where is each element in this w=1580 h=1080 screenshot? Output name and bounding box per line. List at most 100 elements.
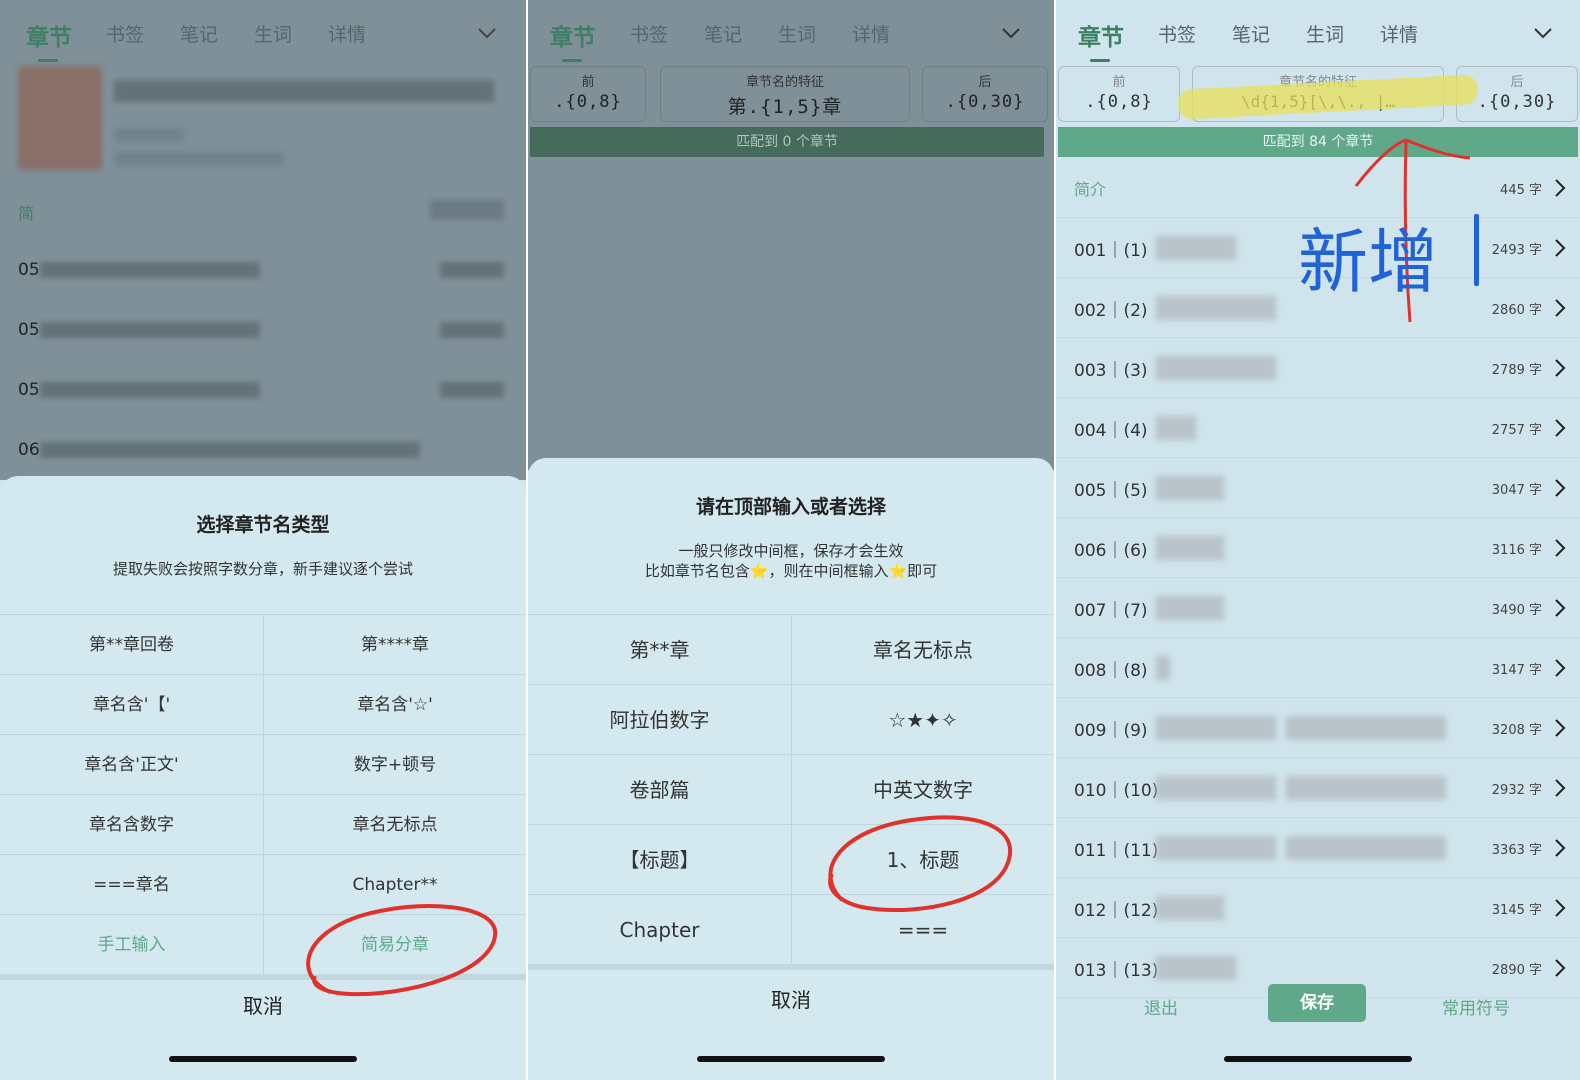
chapter-number: 013｜(13) [1074, 961, 1159, 981]
chapter-title-blurred [1286, 776, 1446, 800]
option-button[interactable]: 章名无标点 [791, 614, 1054, 684]
tab-chapters[interactable]: 章节 [550, 18, 596, 62]
chapter-count [440, 322, 504, 338]
chevron-right-icon [1555, 419, 1566, 437]
chapter-row[interactable]: 008｜(8) 3147 字 [1056, 638, 1580, 698]
chevron-down-icon[interactable] [1000, 22, 1022, 44]
option-button[interactable]: 章名含'正文' [0, 734, 263, 794]
feature-label: 章节名的特征 [745, 75, 824, 90]
chapter-title-blurred [1156, 596, 1224, 620]
option-button[interactable]: 卷部篇 [528, 754, 791, 824]
prefix-field[interactable]: 前 .{0,8} [1058, 66, 1180, 122]
chapter-number: 006｜(6) [1074, 541, 1148, 561]
chapter-row[interactable]: 009｜(9) 3208 字 [1056, 698, 1580, 758]
tab-notes[interactable]: 笔记 [180, 20, 218, 47]
chevron-right-icon [1555, 659, 1566, 677]
book-title [114, 80, 494, 102]
save-button[interactable]: 保存 [1268, 984, 1366, 1022]
chapter-title-blurred [1286, 716, 1446, 740]
tab-details[interactable]: 详情 [1380, 20, 1418, 47]
chapter-title-blurred [1156, 296, 1276, 320]
chevron-right-icon [1555, 719, 1566, 737]
chapter-number: 008｜(8) [1074, 661, 1148, 681]
sheet-hint-1: 一般只修改中间框，保存才会生效 [678, 542, 904, 560]
suffix-field[interactable]: 后 .{0,30} [922, 66, 1048, 122]
cancel-button[interactable]: 取消 [0, 990, 526, 1019]
chapter-row[interactable]: 003｜(3) 2789 字 [1056, 338, 1580, 398]
tab-bookmarks[interactable]: 书签 [630, 20, 668, 47]
match-count-bar: 匹配到 84 个章节 [1058, 127, 1578, 157]
option-button[interactable]: 【标题】 [528, 824, 791, 894]
intro-row[interactable]: 简介 445 字 [1056, 158, 1580, 218]
suffix-field[interactable]: 后 .{0,30} [1456, 66, 1578, 122]
suffix-label: 后 [1510, 75, 1524, 90]
prefix-value: .{0,8} [1085, 92, 1153, 112]
option-button[interactable]: 章名含'【' [0, 674, 263, 734]
option-button[interactable]: === [791, 894, 1054, 964]
chapter-title-blurred [1156, 236, 1236, 260]
exit-button[interactable]: 退出 [1144, 994, 1178, 1019]
chapter-title-blurred [1156, 716, 1276, 740]
option-button[interactable]: 章名含数字 [0, 794, 263, 854]
tab-vocab[interactable]: 生词 [254, 20, 292, 47]
chapter-row[interactable]: 010｜(10) 2932 字 [1056, 758, 1580, 818]
chapter-number: 007｜(7) [1074, 601, 1148, 621]
suffix-value: .{0,30} [945, 92, 1025, 112]
prefix-field[interactable]: 前 .{0,8} [530, 66, 646, 122]
option-button[interactable]: 章名无标点 [263, 794, 526, 854]
chapter-num: 05 [18, 320, 40, 340]
tab-vocab[interactable]: 生词 [1306, 20, 1344, 47]
feature-field[interactable]: 章节名的特征 \d{1,5}[\,\., |… [1192, 66, 1444, 122]
option-button[interactable]: 中英文数字 [791, 754, 1054, 824]
suffix-label: 后 [978, 75, 992, 90]
chapter-row[interactable]: 001｜(1) 2493 字 [1056, 218, 1580, 278]
cancel-button[interactable]: 取消 [528, 984, 1054, 1013]
option-button[interactable]: 数字+顿号 [263, 734, 526, 794]
divider [0, 974, 526, 980]
panel-chapter-result: 章节 书签 笔记 生词 详情 前 .{0,8} 章节名的特征 \d{1,5}[\… [1056, 0, 1580, 1080]
chapter-row[interactable]: 012｜(12) 3145 字 [1056, 878, 1580, 938]
suffix-value: .{0,30} [1477, 92, 1557, 112]
option-button[interactable]: 第**章 [528, 614, 791, 684]
chapter-row[interactable]: 011｜(11) 3363 字 [1056, 818, 1580, 878]
tab-details[interactable]: 详情 [852, 20, 890, 47]
option-button[interactable]: 第****章 [263, 614, 526, 674]
tab-vocab[interactable]: 生词 [778, 20, 816, 47]
chapter-row[interactable]: 005｜(5) 3047 字 [1056, 458, 1580, 518]
simple-split-button[interactable]: 简易分章 [263, 914, 526, 974]
word-count: 2890 字 [1491, 963, 1542, 978]
tab-notes[interactable]: 笔记 [704, 20, 742, 47]
chapter-row[interactable]: 006｜(6) 3116 字 [1056, 518, 1580, 578]
tab-chapters[interactable]: 章节 [26, 18, 72, 62]
manual-input-button[interactable]: 手工输入 [0, 914, 263, 974]
panel-chapter-type: 章节 书签 笔记 生词 详情 简 05 05 05 06 选择章节名类型 提取失… [0, 0, 526, 1080]
option-button[interactable]: 章名含'☆' [263, 674, 526, 734]
option-button[interactable]: 阿拉伯数字 [528, 684, 791, 754]
option-button[interactable]: Chapter [528, 894, 791, 964]
chevron-down-icon[interactable] [476, 22, 498, 44]
tab-bookmarks[interactable]: 书签 [1158, 20, 1196, 47]
feature-field[interactable]: 章节名的特征 第.{1,5}章 [660, 66, 910, 122]
word-count: 3490 字 [1491, 603, 1542, 618]
tab-bookmarks[interactable]: 书签 [106, 20, 144, 47]
prefix-label: 前 [1112, 75, 1126, 90]
option-button[interactable]: 第**章回卷 [0, 614, 263, 674]
option-button[interactable]: ☆★✦✧ [791, 684, 1054, 754]
tab-chapters[interactable]: 章节 [1078, 18, 1124, 62]
option-button[interactable]: ===章名 [0, 854, 263, 914]
chevron-down-icon[interactable] [1532, 22, 1554, 44]
chapter-row[interactable]: 004｜(4) 2757 字 [1056, 398, 1580, 458]
option-button[interactable]: 1、标题 [791, 824, 1054, 894]
chevron-right-icon [1555, 779, 1566, 797]
bottom-sheet: 请在顶部输入或者选择 一般只修改中间框，保存才会生效 比如章节名包含⭐，则在中间… [528, 458, 1054, 1080]
chapter-num: 05 [18, 380, 40, 400]
intro-label: 简 [18, 204, 35, 223]
chapter-row[interactable]: 002｜(2) 2860 字 [1056, 278, 1580, 338]
tab-details[interactable]: 详情 [328, 20, 366, 47]
tab-notes[interactable]: 笔记 [1232, 20, 1270, 47]
chevron-right-icon [1555, 239, 1566, 257]
sheet-title: 选择章节名类型 [196, 514, 330, 536]
common-symbols-button[interactable]: 常用符号 [1442, 994, 1510, 1019]
chapter-row[interactable]: 007｜(7) 3490 字 [1056, 578, 1580, 638]
option-button[interactable]: Chapter** [263, 854, 526, 914]
